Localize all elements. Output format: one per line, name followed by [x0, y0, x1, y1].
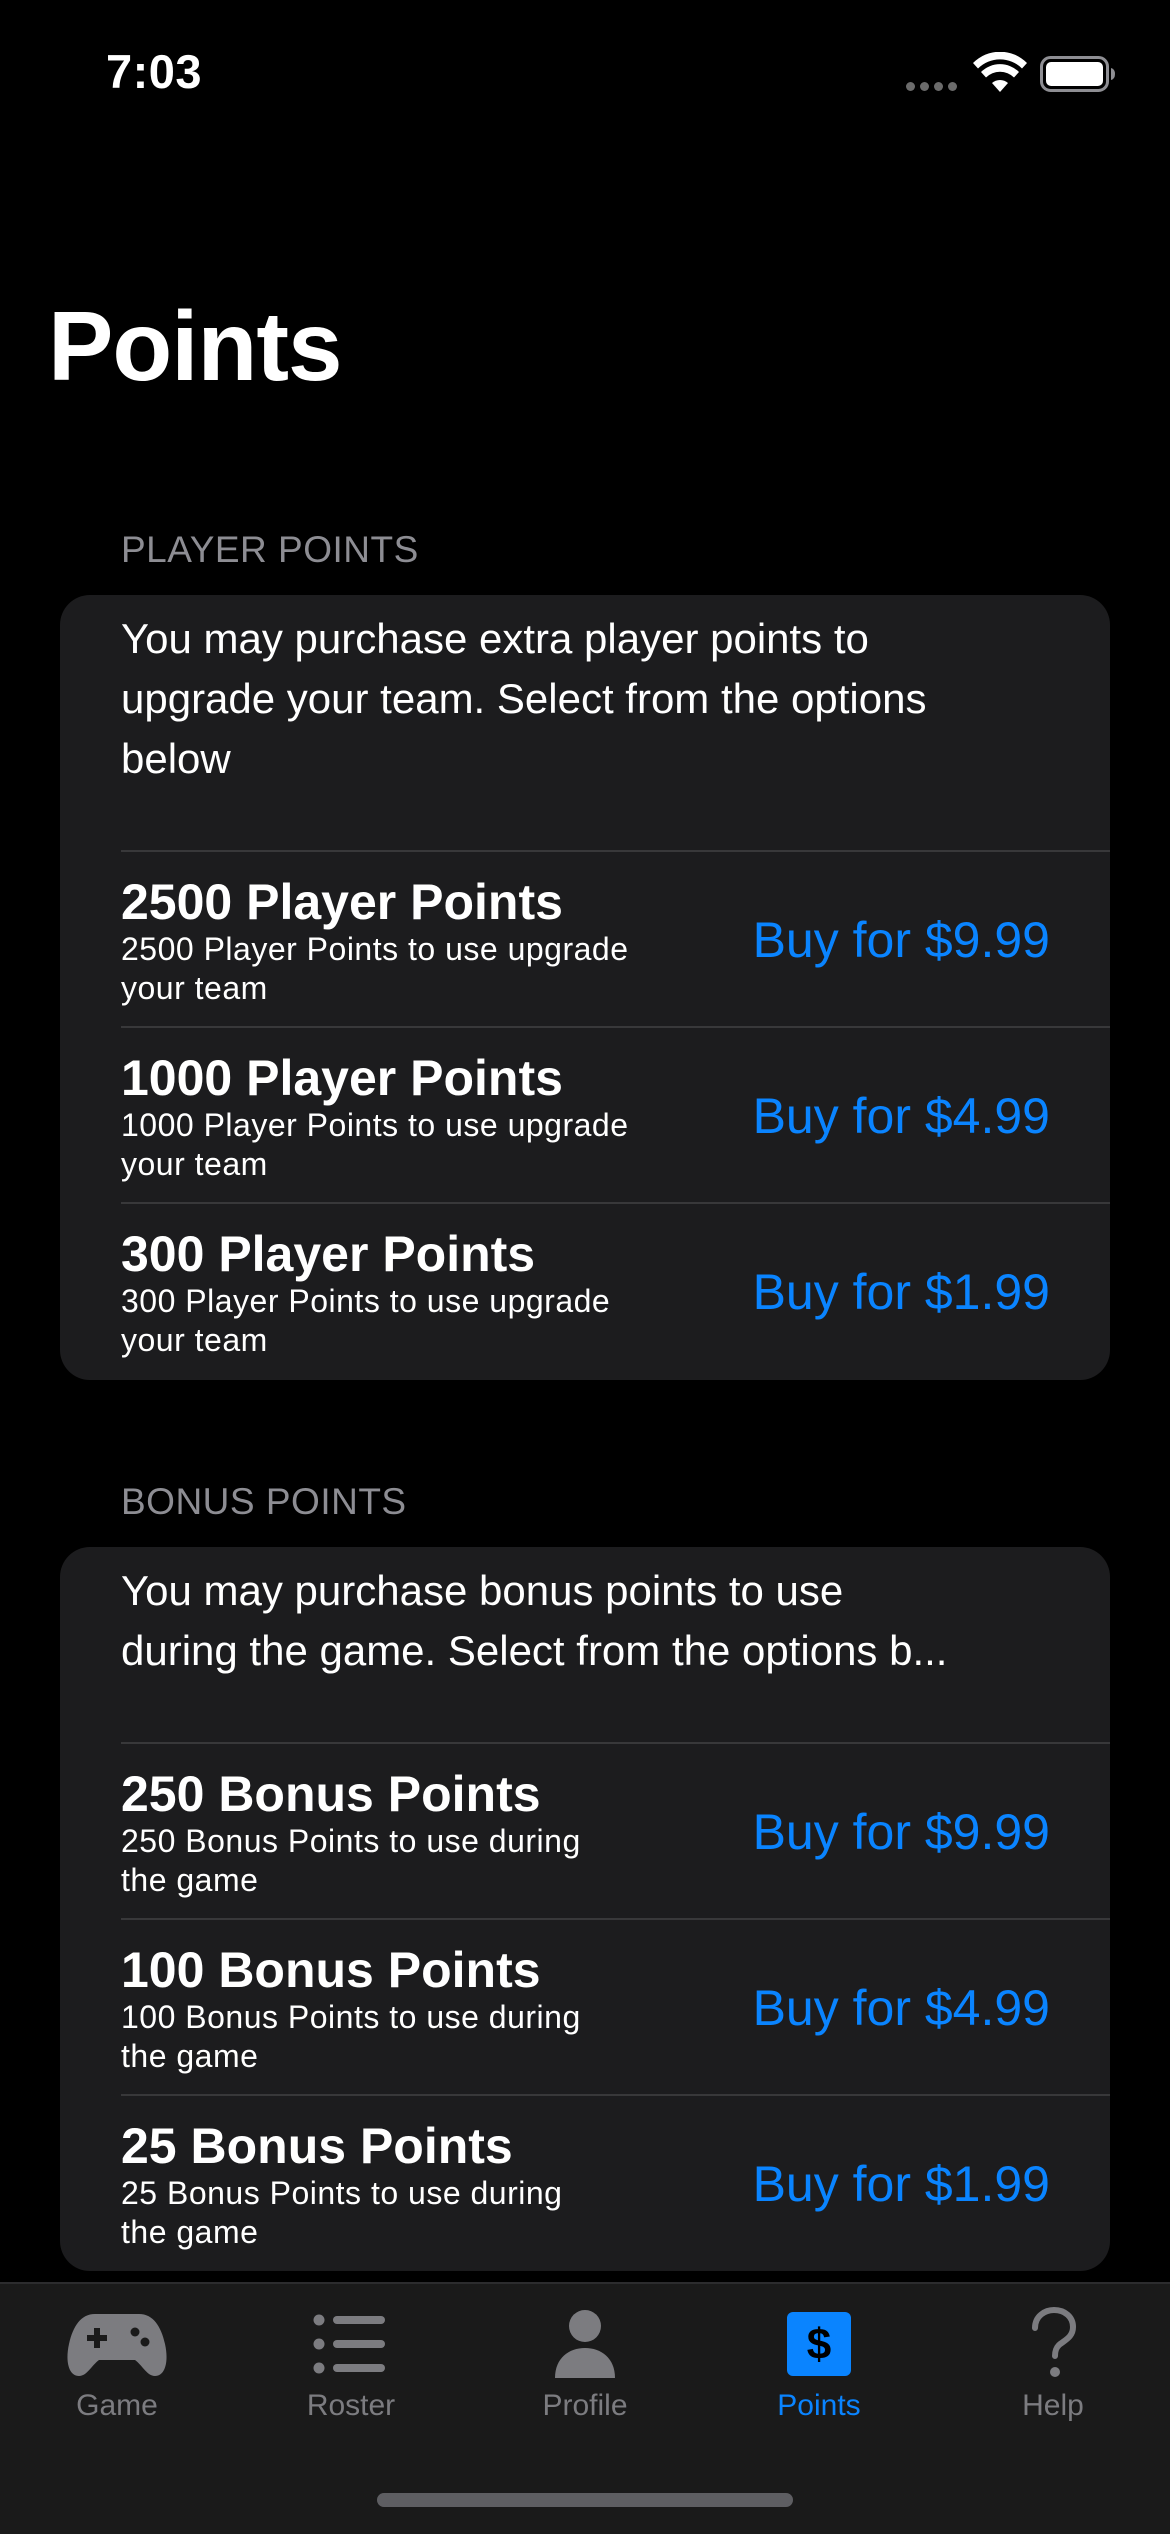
player-points-card: You may purchase extra player points to …: [60, 595, 1110, 1380]
tab-points[interactable]: $ Points: [702, 2284, 936, 2444]
status-bar: 7:03: [0, 0, 1170, 150]
tab-game[interactable]: Game: [0, 2284, 234, 2444]
item-description: 2500 Player Points to use upgrade your t…: [121, 930, 681, 1008]
tab-label: Game: [76, 2389, 158, 2422]
gamecontroller-icon: [67, 2314, 167, 2376]
buy-250-bonus-points-button[interactable]: Buy for $9.99: [753, 1802, 1050, 1862]
list-item-300-player-points: 300 Player Points 300 Player Points to u…: [121, 1202, 1110, 1380]
intro-line: upgrade your team. Select from the optio…: [121, 675, 927, 722]
description-line: the game: [121, 2038, 259, 2074]
item-description: 250 Bonus Points to use during the game: [121, 1822, 681, 1900]
description-line: 1000 Player Points to use upgrade: [121, 1107, 629, 1143]
list-item-2500-player-points: 2500 Player Points 2500 Player Points to…: [121, 850, 1110, 1028]
buy-300-player-points-button[interactable]: Buy for $1.99: [753, 1262, 1050, 1322]
person-icon: [555, 2310, 615, 2378]
dollar-sign-icon: $: [787, 2312, 851, 2376]
buy-25-bonus-points-button[interactable]: Buy for $1.99: [753, 2154, 1050, 2214]
description-line: the game: [121, 2214, 259, 2250]
svg-text:$: $: [807, 2320, 831, 2369]
item-description: 300 Player Points to use upgrade your te…: [121, 1282, 681, 1360]
tab-label: Points: [777, 2389, 861, 2422]
intro-line: You may purchase bonus points to use: [121, 1567, 844, 1614]
description-line: your team: [121, 1322, 268, 1358]
description-line: 250 Bonus Points to use during: [121, 1823, 581, 1859]
description-line: the game: [121, 1862, 259, 1898]
description-line: 2500 Player Points to use upgrade: [121, 931, 629, 967]
tab-roster[interactable]: Roster: [234, 2284, 468, 2444]
player-points-intro: You may purchase extra player points to …: [121, 609, 1050, 789]
list-item-100-bonus-points: 100 Bonus Points 100 Bonus Points to use…: [121, 1918, 1110, 2096]
buy-100-bonus-points-button[interactable]: Buy for $4.99: [753, 1978, 1050, 2038]
intro-line: You may purchase extra player points to: [121, 615, 869, 662]
item-title: 250 Bonus Points: [121, 1766, 541, 1822]
item-title: 1000 Player Points: [121, 1050, 563, 1106]
cellular-signal-icon: [906, 82, 960, 92]
tab-profile[interactable]: Profile: [468, 2284, 702, 2444]
status-time: 7:03: [106, 45, 203, 98]
description-line: 300 Player Points to use upgrade: [121, 1283, 611, 1319]
list-item-250-bonus-points: 250 Bonus Points 250 Bonus Points to use…: [121, 1742, 1110, 1920]
tab-label: Roster: [306, 2389, 396, 2422]
description-line: your team: [121, 970, 268, 1006]
description-line: your team: [121, 1146, 268, 1182]
buy-1000-player-points-button[interactable]: Buy for $4.99: [753, 1086, 1050, 1146]
buy-2500-player-points-button[interactable]: Buy for $9.99: [753, 910, 1050, 970]
question-mark-icon: [1032, 2306, 1077, 2377]
bonus-points-intro: You may purchase bonus points to use dur…: [121, 1561, 1050, 1681]
description-line: 100 Bonus Points to use during: [121, 1999, 581, 2035]
wifi-icon: [973, 52, 1027, 92]
item-description: 1000 Player Points to use upgrade your t…: [121, 1106, 681, 1184]
tab-help[interactable]: Help: [936, 2284, 1170, 2444]
battery-icon: [1040, 56, 1115, 92]
page-title: Points: [48, 291, 342, 401]
item-description: 25 Bonus Points to use during the game: [121, 2174, 681, 2252]
list-icon: [313, 2314, 385, 2374]
list-item-1000-player-points: 1000 Player Points 1000 Player Points to…: [121, 1026, 1110, 1204]
item-title: 100 Bonus Points: [121, 1942, 541, 1998]
bonus-points-card: You may purchase bonus points to use dur…: [60, 1547, 1110, 2271]
section-header-bonus-points: BONUS POINTS: [121, 1481, 407, 1522]
tab-label: Profile: [542, 2389, 628, 2422]
description-line: 25 Bonus Points to use during: [121, 2175, 563, 2211]
item-description: 100 Bonus Points to use during the game: [121, 1998, 681, 2076]
intro-line: below: [121, 735, 231, 782]
list-item-25-bonus-points: 25 Bonus Points 25 Bonus Points to use d…: [121, 2094, 1110, 2271]
tab-label: Help: [1022, 2389, 1084, 2422]
home-indicator[interactable]: [377, 2493, 793, 2507]
intro-line: during the game. Select from the options…: [121, 1627, 948, 1674]
item-title: 25 Bonus Points: [121, 2118, 513, 2174]
section-header-player-points: PLAYER POINTS: [121, 529, 419, 570]
item-title: 300 Player Points: [121, 1226, 536, 1282]
item-title: 2500 Player Points: [121, 874, 563, 930]
